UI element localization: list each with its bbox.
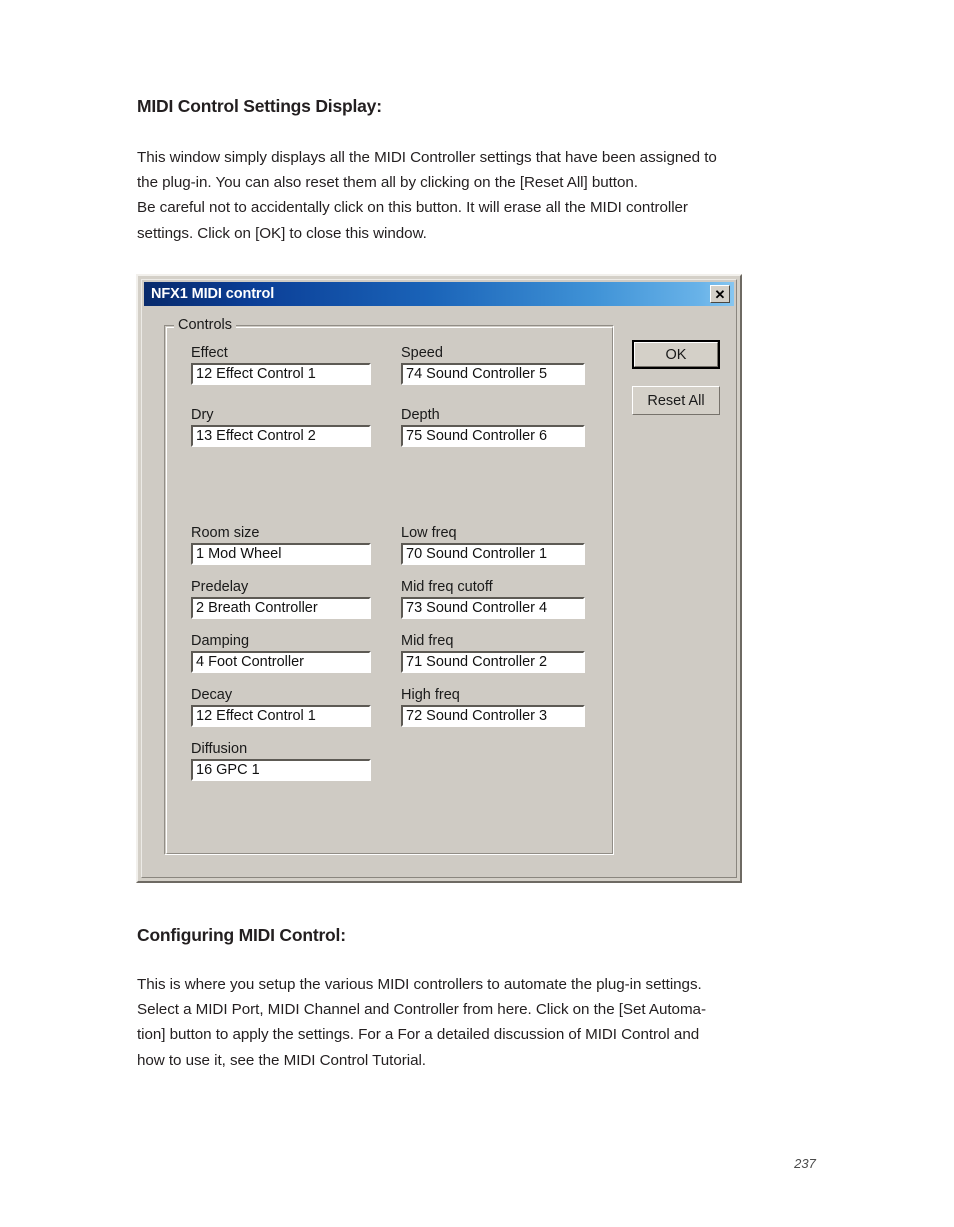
controls-groupbox-legend: Controls — [174, 317, 236, 333]
field-label-high-freq: High freq — [401, 687, 460, 703]
paragraph-line: Be careful not to accidentally click on … — [137, 199, 688, 217]
reset-all-button[interactable]: Reset All — [632, 386, 720, 415]
field-mid-freq: Mid freq 71 Sound Controller 2 — [401, 632, 585, 673]
field-input-damping[interactable]: 4 Foot Controller — [191, 651, 371, 673]
field-value-speed: 74 Sound Controller 5 — [406, 366, 548, 382]
field-diffusion: Diffusion 16 GPC 1 — [191, 740, 371, 781]
field-label-effect: Effect — [191, 345, 228, 361]
field-input-depth[interactable]: 75 Sound Controller 6 — [401, 425, 585, 447]
reset-all-button-label: Reset All — [647, 392, 705, 409]
field-mid-freq-cutoff: Mid freq cutoff 73 Sound Controller 4 — [401, 578, 585, 619]
field-value-dry: 13 Effect Control 2 — [196, 428, 316, 444]
field-input-room-size[interactable]: 1 Mod Wheel — [191, 543, 371, 565]
dialog-client-area: NFX1 MIDI control ✕ Controls Effect 12 E… — [141, 279, 737, 878]
controls-groupbox: Controls Effect 12 Effect Control 1 Dry … — [164, 317, 614, 855]
field-effect: Effect 12 Effect Control 1 — [191, 344, 371, 385]
field-label-predelay: Predelay — [191, 579, 249, 595]
field-label-depth: Depth — [401, 407, 440, 423]
field-value-decay: 12 Effect Control 1 — [196, 708, 316, 724]
field-value-depth: 75 Sound Controller 6 — [406, 428, 548, 444]
page-number: 237 — [794, 1156, 816, 1171]
paragraph-line: tion] button to apply the settings. For … — [137, 1026, 700, 1044]
section-heading-midi-control-settings-display: MIDI Control Settings Display: — [137, 96, 382, 116]
field-value-effect: 12 Effect Control 1 — [196, 366, 316, 382]
field-value-diffusion: 16 GPC 1 — [196, 762, 260, 778]
field-value-room-size: 1 Mod Wheel — [196, 546, 282, 562]
section-paragraph-1: This window simply displays all the MIDI… — [137, 145, 855, 246]
nfx1-midi-control-dialog: NFX1 MIDI control ✕ Controls Effect 12 E… — [136, 274, 742, 883]
field-label-mid-freq-cutoff: Mid freq cutoff — [401, 579, 493, 595]
field-input-predelay[interactable]: 2 Breath Controller — [191, 597, 371, 619]
field-input-effect[interactable]: 12 Effect Control 1 — [191, 363, 371, 385]
field-input-dry[interactable]: 13 Effect Control 2 — [191, 425, 371, 447]
field-input-diffusion[interactable]: 16 GPC 1 — [191, 759, 371, 781]
field-value-low-freq: 70 Sound Controller 1 — [406, 546, 548, 562]
ok-button-label: OK — [665, 346, 687, 363]
field-input-decay[interactable]: 12 Effect Control 1 — [191, 705, 371, 727]
paragraph-line: settings. Click on [OK] to close this wi… — [137, 224, 427, 242]
ok-button[interactable]: OK — [632, 340, 720, 369]
field-value-damping: 4 Foot Controller — [196, 654, 304, 670]
field-depth: Depth 75 Sound Controller 6 — [401, 406, 585, 447]
dialog-title: NFX1 MIDI control — [151, 286, 275, 302]
field-label-diffusion: Diffusion — [191, 741, 248, 757]
manual-page: MIDI Control Settings Display: This wind… — [0, 0, 954, 1227]
field-input-low-freq[interactable]: 70 Sound Controller 1 — [401, 543, 585, 565]
section-paragraph-2: This is where you setup the various MIDI… — [137, 972, 855, 1073]
ok-button-face: OK — [634, 342, 718, 367]
field-label-damping: Damping — [191, 633, 250, 649]
section-heading-configuring-midi-control: Configuring MIDI Control: — [137, 925, 346, 945]
field-high-freq: High freq 72 Sound Controller 3 — [401, 686, 585, 727]
paragraph-line: Select a MIDI Port, MIDI Channel and Con… — [137, 1001, 706, 1019]
dialog-titlebar[interactable]: NFX1 MIDI control ✕ — [144, 282, 734, 306]
field-input-mid-freq-cutoff[interactable]: 73 Sound Controller 4 — [401, 597, 585, 619]
field-room-size: Room size 1 Mod Wheel — [191, 524, 371, 565]
field-low-freq: Low freq 70 Sound Controller 1 — [401, 524, 585, 565]
field-label-decay: Decay — [191, 687, 233, 703]
field-value-mid-freq: 71 Sound Controller 2 — [406, 654, 548, 670]
paragraph-line: This is where you setup the various MIDI… — [137, 976, 702, 993]
field-value-predelay: 2 Breath Controller — [196, 600, 318, 616]
paragraph-line: the plug-in. You can also reset them all… — [137, 174, 638, 192]
paragraph-line: how to use it, see the MIDI Control Tuto… — [137, 1051, 426, 1069]
field-damping: Damping 4 Foot Controller — [191, 632, 371, 673]
field-label-dry: Dry — [191, 407, 214, 423]
field-value-high-freq: 72 Sound Controller 3 — [406, 708, 548, 724]
field-dry: Dry 13 Effect Control 2 — [191, 406, 371, 447]
field-value-mid-freq-cutoff: 73 Sound Controller 4 — [406, 600, 548, 616]
paragraph-line: This window simply displays all the MIDI… — [137, 149, 717, 166]
field-label-speed: Speed — [401, 345, 443, 361]
field-speed: Speed 74 Sound Controller 5 — [401, 344, 585, 385]
field-label-low-freq: Low freq — [401, 525, 457, 541]
field-label-room-size: Room size — [191, 525, 260, 541]
close-icon[interactable]: ✕ — [710, 285, 730, 303]
field-decay: Decay 12 Effect Control 1 — [191, 686, 371, 727]
field-input-mid-freq[interactable]: 71 Sound Controller 2 — [401, 651, 585, 673]
field-input-speed[interactable]: 74 Sound Controller 5 — [401, 363, 585, 385]
field-predelay: Predelay 2 Breath Controller — [191, 578, 371, 619]
field-label-mid-freq: Mid freq — [401, 633, 454, 649]
field-input-high-freq[interactable]: 72 Sound Controller 3 — [401, 705, 585, 727]
